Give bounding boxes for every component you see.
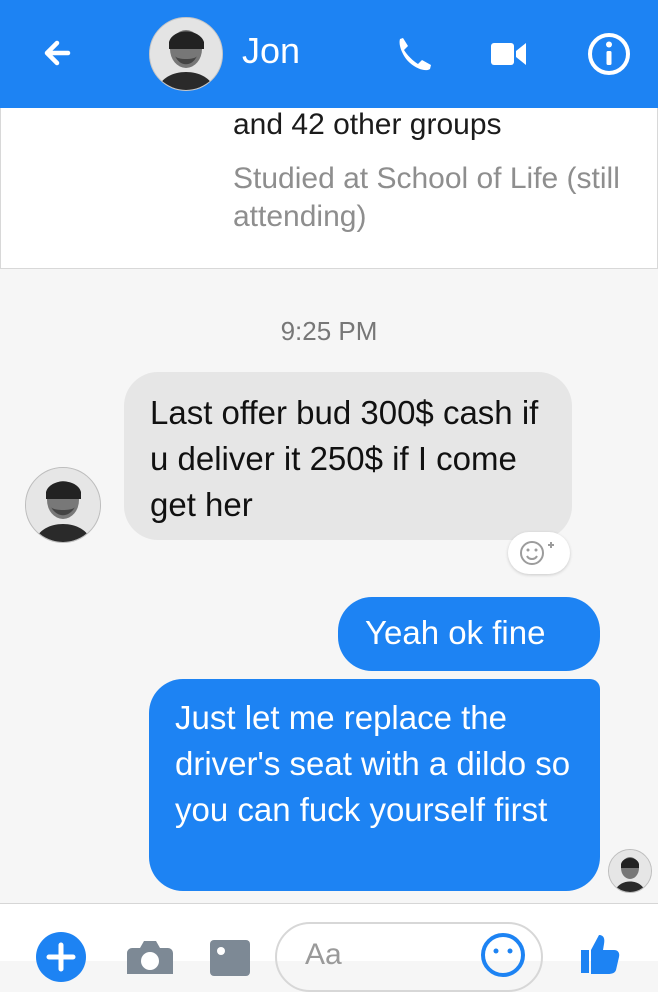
reaction-button[interactable]	[508, 532, 570, 574]
profile-card: and 42 other groups Studied at School of…	[0, 108, 658, 269]
sender-avatar[interactable]	[25, 467, 101, 543]
outgoing-message-1[interactable]: Yeah ok fine	[338, 597, 600, 671]
video-icon[interactable]	[487, 33, 529, 75]
incoming-message[interactable]: Last offer bud 300$ cash if u deliver it…	[124, 372, 572, 540]
like-icon[interactable]	[574, 928, 622, 976]
message-composer: Aa	[0, 903, 658, 992]
info-icon[interactable]	[585, 30, 633, 78]
profile-studied: Studied at School of Life (still attendi…	[233, 162, 620, 233]
message-timestamp: 9:25 PM	[280, 316, 378, 346]
profile-groups: and 42 other groups	[233, 108, 502, 141]
emoji-icon[interactable]	[480, 932, 526, 978]
outgoing-message-2[interactable]: Just let me replace the driver's seat wi…	[149, 679, 600, 891]
chat-header: Jon	[0, 0, 658, 108]
gallery-icon[interactable]	[208, 936, 252, 980]
contact-name[interactable]: Jon	[242, 30, 300, 72]
back-arrow-icon[interactable]	[38, 32, 80, 74]
plus-icon[interactable]	[34, 930, 88, 984]
camera-icon[interactable]	[124, 934, 176, 980]
contact-avatar[interactable]	[149, 17, 223, 91]
emoji-reaction-icon	[520, 541, 554, 565]
seen-avatar	[608, 849, 652, 893]
phone-icon[interactable]	[392, 33, 434, 75]
